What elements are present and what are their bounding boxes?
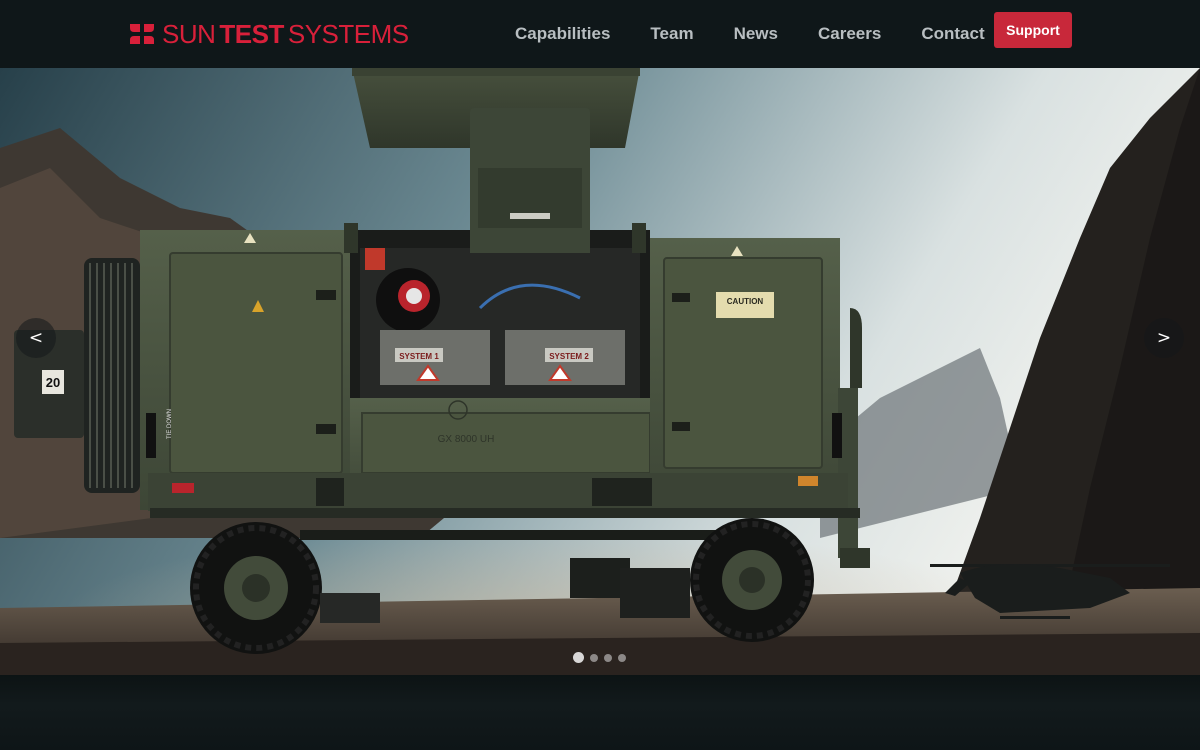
- svg-text:20: 20: [46, 375, 60, 390]
- main-nav: Capabilities Team News Careers Contact: [495, 0, 1005, 68]
- svg-text:GX 8000 UH: GX 8000 UH: [438, 434, 495, 445]
- logo-word-test: TEST: [219, 19, 284, 49]
- section-background-band: [0, 675, 1200, 750]
- right-wheel: [690, 518, 814, 642]
- company-logo[interactable]: SUN TEST SYSTEMS: [128, 20, 409, 48]
- logo-word-systems: SYSTEMS: [287, 19, 409, 49]
- svg-text:SYSTEM 1: SYSTEM 1: [399, 352, 439, 361]
- svg-text:CAUTION: CAUTION: [727, 297, 764, 306]
- logo-text: SUN TEST SYSTEMS: [162, 20, 409, 48]
- nav-team[interactable]: Team: [630, 24, 713, 44]
- hero-slide-image: 20 SYSTEM 1 SYSTEM 2 GX 8000 UH CAUTION …: [0, 68, 1200, 675]
- sun-test-logo-mark-icon: [130, 24, 154, 44]
- nav-careers[interactable]: Careers: [798, 24, 901, 44]
- slider-pagination: [573, 652, 632, 663]
- svg-text:TIE DOWN: TIE DOWN: [167, 409, 173, 439]
- slider-dot-4[interactable]: [618, 653, 626, 662]
- slider-dot-1[interactable]: [573, 652, 584, 663]
- slider-dot-3[interactable]: [604, 653, 612, 662]
- nav-contact[interactable]: Contact: [901, 24, 1004, 44]
- slider-next-button[interactable]: >: [1144, 318, 1184, 358]
- nav-capabilities[interactable]: Capabilities: [495, 24, 630, 44]
- support-button[interactable]: Support: [994, 12, 1072, 48]
- slider-prev-button[interactable]: <: [16, 318, 56, 358]
- nav-news[interactable]: News: [714, 24, 798, 44]
- slider-dot-2[interactable]: [590, 653, 598, 662]
- site-header: SUN TEST SYSTEMS Capabilities Team News Ca…: [0, 0, 1200, 68]
- logo-word-sun: SUN: [162, 19, 216, 49]
- hero-slider: 20 SYSTEM 1 SYSTEM 2 GX 8000 UH CAUTION …: [0, 68, 1200, 675]
- svg-text:SYSTEM 2: SYSTEM 2: [549, 352, 589, 361]
- left-wheel: [190, 522, 322, 654]
